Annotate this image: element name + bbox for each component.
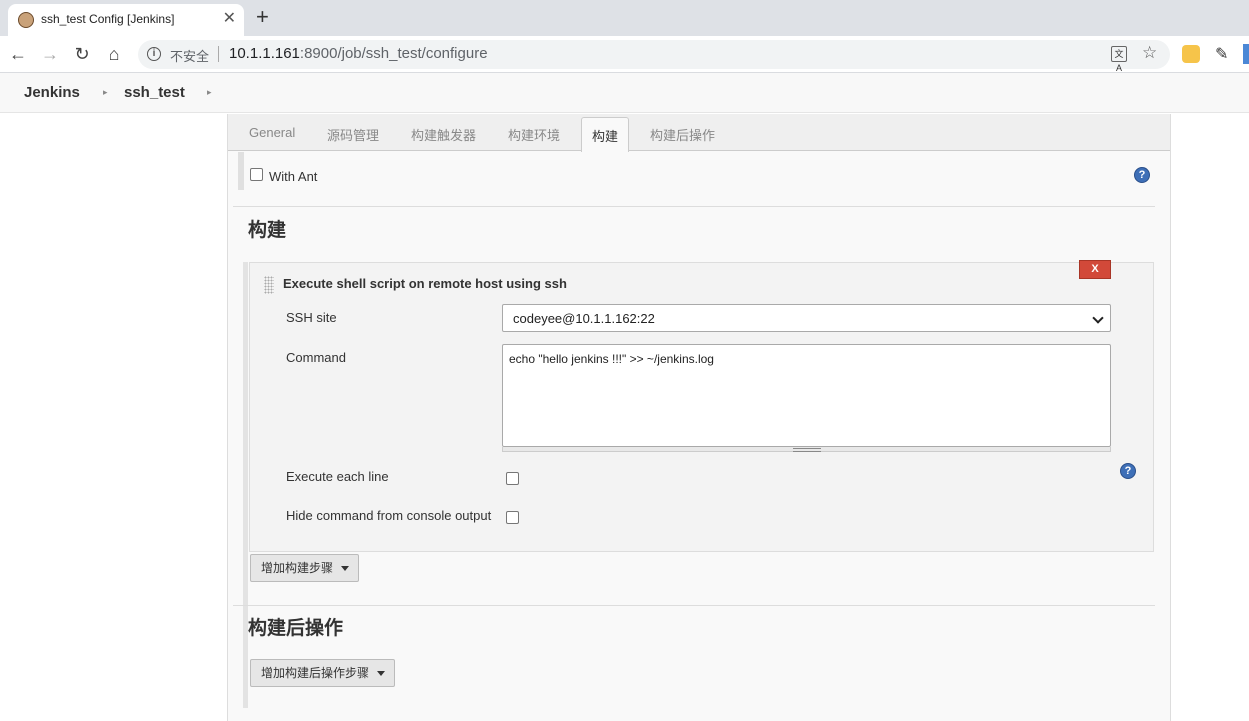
execute-each-line-help-icon[interactable]: ? [1120, 463, 1136, 479]
ssh-site-label: SSH site [286, 310, 337, 325]
tab-build[interactable]: 构建 [581, 117, 630, 152]
reload-icon[interactable]: ↻ [70, 42, 94, 66]
execute-each-line-checkbox[interactable] [506, 472, 519, 485]
address-separator [218, 46, 219, 62]
build-step-ssh: Execute shell script on remote host usin… [249, 260, 1154, 552]
textarea-resize-handle[interactable] [502, 447, 1111, 452]
config-tabs: General 源码管理 构建触发器 构建环境 构建 构建后操作 [228, 114, 1170, 152]
build-section-title: 构建 [248, 220, 287, 241]
caret-down-icon [341, 566, 349, 571]
forward-icon[interactable]: → [38, 42, 62, 66]
new-tab-icon[interactable]: + [256, 5, 269, 29]
build-step-indent-bar [243, 262, 248, 708]
command-label: Command [286, 350, 346, 365]
drag-handle-icon[interactable] [264, 276, 274, 294]
back-icon[interactable]: ← [6, 42, 30, 66]
build-step-title: Execute shell script on remote host usin… [283, 276, 567, 291]
post-build-section-title: 构建后操作 [248, 618, 344, 639]
browser-tab[interactable]: ssh_test Config [Jenkins] ✕ [8, 4, 244, 36]
command-value: echo "hello jenkins !!!" >> ~/jenkins.lo… [509, 352, 714, 366]
address-bar[interactable]: i 不安全 10.1.1.161:8900/job/ssh_test/confi… [138, 40, 1170, 73]
close-tab-icon[interactable]: ✕ [223, 10, 236, 28]
insecure-label: 不安全 [170, 49, 210, 64]
tab-scm[interactable]: 源码管理 [327, 125, 379, 144]
bookmark-star-icon[interactable]: ☆ [1142, 43, 1157, 63]
tab-post-build[interactable]: 构建后操作 [650, 125, 715, 144]
extension-avatar-icon[interactable] [1182, 45, 1200, 63]
tab-build-env[interactable]: 构建环境 [508, 125, 560, 144]
config-panel: General 源码管理 构建触发器 构建环境 构建 构建后操作 With An… [227, 114, 1171, 721]
breadcrumb-arrow-icon[interactable]: ▸ [103, 87, 108, 98]
with-ant-help-icon[interactable]: ? [1134, 167, 1150, 183]
browser-toolbar: ← → ↻ ⌂ i 不安全 10.1.1.161:8900/job/ssh_te… [0, 36, 1249, 73]
hide-command-checkbox[interactable] [506, 511, 519, 524]
section-divider [233, 605, 1155, 606]
jenkins-favicon-icon [18, 12, 34, 28]
tab-title: ssh_test Config [Jenkins] [41, 12, 175, 26]
with-ant-label: With Ant [269, 169, 318, 184]
delete-step-button[interactable]: X [1079, 260, 1111, 279]
post-build-indent-bar [243, 659, 248, 689]
hide-command-label: Hide command from console output [286, 508, 492, 523]
tab-triggers[interactable]: 构建触发器 [411, 125, 476, 144]
breadcrumb-job[interactable]: ssh_test [124, 84, 185, 101]
execute-each-line-label: Execute each line [286, 469, 389, 484]
command-textarea[interactable]: echo "hello jenkins !!!" >> ~/jenkins.lo… [502, 344, 1111, 447]
build-env-indent-bar [238, 152, 244, 190]
translate-icon[interactable]: 文A [1111, 46, 1127, 73]
chevron-down-icon [1092, 312, 1104, 324]
browser-tab-strip: ssh_test Config [Jenkins] ✕ + [0, 0, 1249, 36]
extension-icon[interactable] [1243, 44, 1249, 64]
info-icon[interactable]: i [147, 47, 161, 61]
add-post-build-step-button[interactable]: 增加构建后操作步骤 [250, 659, 395, 687]
breadcrumb: Jenkins ▸ ssh_test ▸ [0, 73, 1249, 113]
breadcrumb-jenkins[interactable]: Jenkins [24, 84, 80, 101]
extension-brush-icon[interactable]: ✎ [1215, 44, 1228, 64]
caret-down-icon [377, 671, 385, 676]
breadcrumb-arrow-icon[interactable]: ▸ [207, 87, 212, 98]
tab-general[interactable]: General [249, 125, 295, 140]
with-ant-checkbox[interactable] [250, 168, 263, 181]
ssh-site-value: codeyee@10.1.1.162:22 [513, 311, 655, 326]
add-build-step-button[interactable]: 增加构建步骤 [250, 554, 359, 582]
url-text[interactable]: 10.1.1.161:8900/job/ssh_test/configure [229, 45, 488, 62]
section-divider [233, 206, 1155, 207]
ssh-site-select[interactable]: codeyee@10.1.1.162:22 [502, 304, 1111, 332]
home-icon[interactable]: ⌂ [102, 42, 126, 66]
